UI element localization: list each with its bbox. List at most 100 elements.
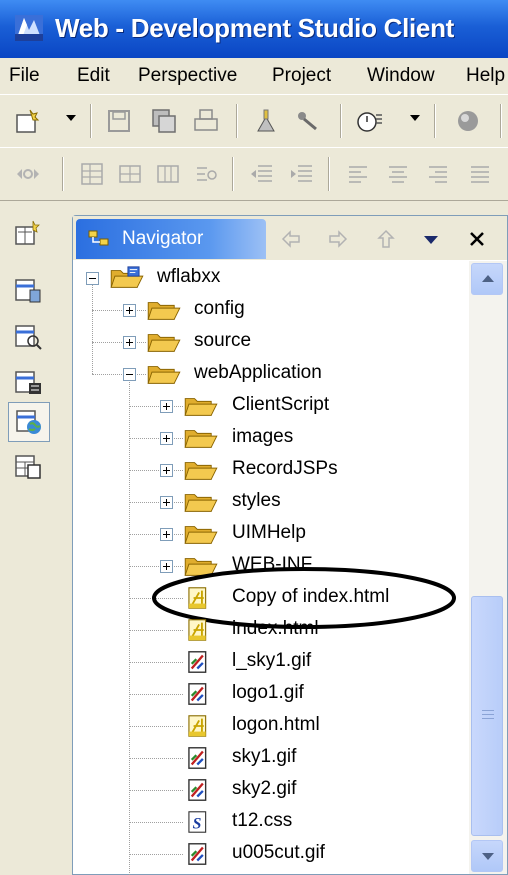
tree-item[interactable]: ClientScript (73, 390, 469, 422)
remote-systems-perspective-icon[interactable] (13, 277, 43, 305)
tree-item[interactable]: UIMHelp (73, 518, 469, 550)
save-all-icon[interactable] (150, 107, 178, 135)
data-perspective-icon[interactable] (13, 369, 43, 397)
collapse-icon[interactable] (123, 368, 136, 381)
expand-icon[interactable] (123, 336, 136, 349)
menu-perspective[interactable]: Perspective (138, 65, 237, 87)
menu-window[interactable]: Window (367, 65, 435, 87)
close-icon[interactable] (466, 228, 488, 250)
expand-icon[interactable] (160, 464, 173, 477)
title-bar: Web - Development Studio Client (0, 0, 508, 58)
tree-item[interactable]: styles (73, 486, 469, 518)
tree-connector (129, 470, 183, 471)
view-menu-icon[interactable] (420, 228, 442, 250)
project-folder-icon (110, 266, 144, 288)
run-timer-icon[interactable] (356, 107, 384, 135)
new-wizard-icon[interactable] (14, 107, 42, 135)
expand-icon[interactable] (160, 496, 173, 509)
tree-connector (129, 406, 183, 407)
tree-item[interactable]: source (73, 326, 469, 358)
form-field-icon[interactable] (192, 160, 220, 188)
tree-item[interactable]: config (73, 294, 469, 326)
tree-item[interactable]: sky1.gif (73, 742, 469, 774)
collapse-icon[interactable] (86, 272, 99, 285)
toolbar-separator (232, 157, 234, 191)
insert-row-icon[interactable] (116, 160, 144, 188)
connect-icon[interactable] (294, 107, 322, 135)
scrollbar-thumb[interactable] (471, 596, 503, 836)
forward-arrow-icon[interactable] (327, 228, 349, 250)
toolbar-separator (62, 157, 64, 191)
expand-icon[interactable] (160, 528, 173, 541)
open-perspective-icon[interactable] (13, 219, 43, 247)
up-arrow-icon[interactable] (375, 228, 397, 250)
tree-item-label: sky2.gif (232, 778, 297, 799)
scroll-down-button[interactable] (471, 840, 503, 872)
navigator-panel: Navigator wflabxx config source webApplicat… (72, 215, 508, 875)
tree-connector (129, 630, 183, 631)
expand-icon[interactable] (123, 304, 136, 317)
tree-item-label: styles (232, 490, 281, 511)
tree-item[interactable]: webApplication (73, 358, 469, 390)
tree-item-label: logon.html (232, 714, 320, 735)
new-dropdown-arrow[interactable] (66, 115, 76, 121)
tree-item-label: l_sky1.gif (232, 650, 312, 671)
tree-connector (129, 502, 183, 503)
folder-icon (147, 334, 181, 352)
tree-connector (92, 310, 146, 311)
navigator-header: Navigator (73, 216, 507, 260)
menu-help[interactable]: Help (466, 65, 505, 87)
tree-item[interactable]: u005cut.gif (73, 838, 469, 870)
tree-item[interactable]: RecordJSPs (73, 454, 469, 486)
folder-icon (147, 366, 181, 384)
justify-icon[interactable] (466, 160, 494, 188)
menu-bar: File Edit Perspective Project Window Hel… (0, 58, 508, 94)
chevron-up-icon (482, 275, 494, 282)
tree-item[interactable]: images (73, 422, 469, 454)
save-icon[interactable] (105, 107, 133, 135)
menu-edit[interactable]: Edit (77, 65, 110, 87)
back-arrow-icon[interactable] (280, 228, 302, 250)
tree-connector (129, 694, 183, 695)
java-perspective-icon[interactable] (13, 453, 43, 481)
tree-item[interactable]: St12.css (73, 806, 469, 838)
toolbar-separator (236, 104, 238, 138)
build-tools-icon[interactable] (252, 107, 280, 135)
menu-project[interactable]: Project (272, 65, 331, 87)
back-forward-icon[interactable] (14, 160, 42, 188)
vertical-scrollbar[interactable] (469, 261, 507, 874)
table-icon[interactable] (78, 160, 106, 188)
run-dropdown-arrow[interactable] (410, 115, 420, 121)
tree-item[interactable]: wflabxx (73, 262, 469, 294)
align-left-icon[interactable] (344, 160, 372, 188)
print-icon[interactable] (192, 107, 220, 135)
tree-item-label: RecordJSPs (232, 458, 338, 479)
image-file-icon (188, 779, 207, 801)
tree-item-label: u005cut.gif (232, 842, 325, 863)
navigator-tab[interactable]: Navigator (76, 219, 266, 259)
image-file-icon (188, 651, 207, 673)
image-file-icon (188, 843, 207, 865)
menu-file[interactable]: File (9, 65, 40, 87)
expand-icon[interactable] (160, 432, 173, 445)
expand-icon[interactable] (160, 400, 173, 413)
outdent-icon[interactable] (248, 160, 276, 188)
align-right-icon[interactable] (424, 160, 452, 188)
tree-item-label: webApplication (194, 362, 322, 383)
tree-item-label: wflabxx (157, 266, 221, 287)
align-center-icon[interactable] (384, 160, 412, 188)
indent-icon[interactable] (288, 160, 316, 188)
web-globe-icon[interactable] (454, 107, 482, 135)
tree-item[interactable]: sky2.gif (73, 774, 469, 806)
css-file-icon: S (188, 811, 207, 833)
web-perspective-icon[interactable] (14, 408, 44, 436)
scroll-up-button[interactable] (471, 263, 503, 295)
tree-item[interactable]: logon.html (73, 710, 469, 742)
insert-column-icon[interactable] (154, 160, 182, 188)
tree-item[interactable]: index.html (73, 614, 469, 646)
navigator-tab-label: Navigator (122, 228, 204, 249)
search-perspective-icon[interactable] (13, 323, 43, 351)
folder-icon (184, 462, 218, 480)
tree-item[interactable]: l_sky1.gif (73, 646, 469, 678)
tree-item[interactable]: logo1.gif (73, 678, 469, 710)
